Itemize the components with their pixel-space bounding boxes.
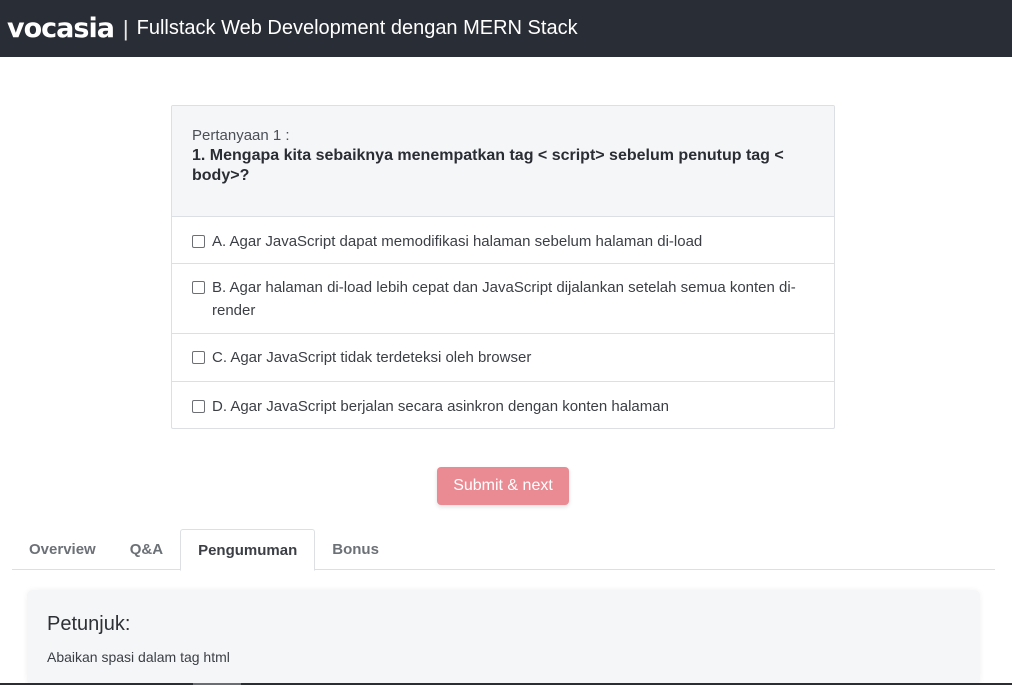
- answer-option-label: A. Agar JavaScript dapat memodifikasi ha…: [212, 233, 703, 250]
- submit-next-button[interactable]: Submit & next: [437, 467, 569, 505]
- title-separator: |: [122, 15, 129, 41]
- checkbox[interactable]: [192, 235, 205, 248]
- checkbox[interactable]: [192, 400, 205, 413]
- answer-option-label: B. Agar halaman di-load lebih cepat dan …: [212, 279, 796, 319]
- checkbox[interactable]: [192, 351, 205, 364]
- answer-option-label: D. Agar JavaScript berjalan secara asink…: [212, 398, 669, 415]
- question-header: Pertanyaan 1 : 1. Mengapa kita sebaiknya…: [172, 106, 834, 217]
- quiz-card: Pertanyaan 1 : 1. Mengapa kita sebaiknya…: [171, 105, 835, 429]
- hint-text: Abaikan spasi dalam tag html: [47, 649, 230, 665]
- checkbox[interactable]: [192, 281, 205, 294]
- course-title: Fullstack Web Development dengan MERN St…: [136, 17, 578, 39]
- tab-pengumuman[interactable]: Pengumuman: [180, 529, 316, 571]
- answer-option-label: C. Agar JavaScript tidak terdeteksi oleh…: [212, 349, 532, 366]
- tab-overview[interactable]: Overview: [12, 529, 113, 570]
- top-navbar: vocasia | Fullstack Web Development deng…: [0, 0, 1012, 57]
- answer-option-b[interactable]: B. Agar halaman di-load lebih cepat dan …: [172, 264, 834, 334]
- question-label: Pertanyaan 1 :: [192, 127, 290, 144]
- answer-option-a[interactable]: A. Agar JavaScript dapat memodifikasi ha…: [172, 217, 834, 264]
- course-tabs: Overview Q&A Pengumuman Bonus: [12, 529, 995, 571]
- vocasia-logo[interactable]: vocasia: [7, 15, 115, 42]
- answer-option-c[interactable]: C. Agar JavaScript tidak terdeteksi oleh…: [172, 334, 834, 382]
- hint-card: Petunjuk: Abaikan spasi dalam tag html: [27, 590, 980, 685]
- question-text: 1. Mengapa kita sebaiknya menempatkan ta…: [192, 147, 784, 184]
- hint-title: Petunjuk:: [47, 613, 131, 635]
- tab-bonus[interactable]: Bonus: [315, 529, 396, 570]
- tab-qna[interactable]: Q&A: [113, 529, 180, 570]
- answer-option-d[interactable]: D. Agar JavaScript berjalan secara asink…: [172, 382, 834, 428]
